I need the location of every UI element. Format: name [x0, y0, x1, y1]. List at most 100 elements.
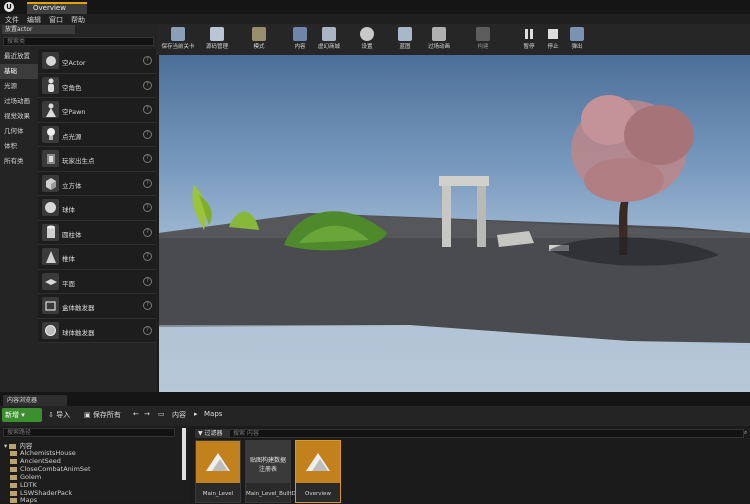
marketplace-button[interactable]: 虚幻商城: [315, 24, 343, 55]
toolbar-label: 暂停: [523, 44, 535, 50]
history-forward-icon[interactable]: →: [144, 410, 150, 418]
asset-label: Overview: [305, 491, 331, 497]
save-current-level-button[interactable]: 保存当前关卡: [161, 24, 195, 55]
breadcrumb-maps[interactable]: Maps: [204, 410, 222, 418]
actor-item-empty-character[interactable]: 空角色 ?: [38, 73, 156, 98]
cinematics-button[interactable]: 过场动画: [425, 24, 453, 55]
pause-icon: [522, 27, 536, 41]
help-icon[interactable]: ?: [143, 301, 152, 310]
asset-main-level-builtdata[interactable]: 贴图构建数据 注册表 Main_Level_BuiltData: [245, 440, 305, 503]
import-label: 导入: [56, 411, 71, 419]
cinematics-icon: [432, 27, 446, 41]
help-icon[interactable]: ?: [143, 129, 152, 139]
help-icon[interactable]: ?: [143, 80, 152, 90]
actor-item-point-light[interactable]: 点光源 ?: [38, 122, 156, 147]
tree-folder[interactable]: CloseCombatAnimSet: [10, 465, 91, 473]
tree-scrollbar[interactable]: [182, 428, 186, 480]
tree-folder[interactable]: LDTK: [10, 481, 37, 489]
add-new-button[interactable]: 新增 ▾: [2, 408, 42, 422]
category-lights[interactable]: 光源: [0, 79, 38, 94]
new-label: 新增: [5, 411, 19, 419]
content-button[interactable]: 内容: [289, 24, 311, 55]
folder-icon: [9, 443, 17, 449]
build-icon: [476, 27, 490, 41]
help-icon[interactable]: ?: [143, 178, 152, 188]
actor-label: 立方体: [62, 181, 82, 190]
help-icon[interactable]: ?: [143, 203, 152, 212]
content-browser-tab[interactable]: 内容浏览器: [3, 395, 67, 406]
actor-item-sphere-trigger[interactable]: 球体触发器 ?: [38, 318, 156, 343]
breadcrumb-content[interactable]: 内容: [172, 410, 186, 420]
actor-item-cone[interactable]: 椎体 ?: [38, 245, 156, 270]
unreal-logo-icon: U: [4, 2, 14, 12]
map-icon: [196, 441, 240, 483]
help-icon[interactable]: ?: [143, 252, 152, 261]
actor-item-player-start[interactable]: 玩家出生点 ?: [38, 147, 156, 172]
actor-item-empty-actor[interactable]: 空Actor ?: [38, 49, 156, 74]
save-all-button[interactable]: ▣ 保存所有: [84, 410, 121, 420]
filters-button[interactable]: ▼ 过滤器: [195, 429, 230, 438]
toolbar-label: 保存当前关卡: [161, 44, 195, 50]
tree-folder[interactable]: Golem: [10, 473, 41, 481]
actor-label: 平面: [62, 279, 75, 288]
category-list: 最近放置 基础 光源 过场动画 视觉效果 几何体 体积 所有类: [0, 49, 38, 169]
source-control-icon: [210, 27, 224, 41]
asset-label: Main_Level: [202, 491, 234, 497]
actor-item-cube[interactable]: 立方体 ?: [38, 171, 156, 196]
modes-button[interactable]: 模式: [247, 24, 271, 55]
toolbar-label: 虚幻商城: [317, 44, 340, 50]
help-icon[interactable]: ?: [143, 154, 152, 163]
actor-item-sphere[interactable]: 球体 ?: [38, 196, 156, 221]
place-actors-tab[interactable]: 放置actor: [2, 25, 75, 34]
sphere-icon: [42, 199, 59, 216]
stop-button[interactable]: 停止: [543, 24, 563, 55]
category-all-classes[interactable]: 所有类: [0, 154, 38, 169]
category-visual-effects[interactable]: 视觉效果: [0, 109, 38, 124]
build-button[interactable]: 构建: [471, 24, 495, 55]
source-control-button[interactable]: 源码管理: [201, 24, 233, 55]
toolbar-label: 设置: [361, 44, 373, 50]
import-button[interactable]: ⇩ 导入: [48, 410, 70, 420]
folder-icon: [10, 466, 17, 472]
blueprints-button[interactable]: 蓝图: [393, 24, 417, 55]
map-icon: [296, 441, 340, 483]
category-volumes[interactable]: 体积: [0, 139, 38, 154]
category-recent[interactable]: 最近放置: [0, 49, 38, 64]
category-geometry[interactable]: 几何体: [0, 124, 38, 139]
eject-button[interactable]: 弹出: [567, 24, 587, 55]
main-toolbar: 保存当前关卡 源码管理 模式 内容 虚幻商城 设置 蓝图 过场动画 构建 暂停 …: [157, 24, 750, 55]
level-tab-overview[interactable]: Overview: [27, 2, 87, 14]
help-icon[interactable]: ?: [143, 56, 152, 65]
help-icon[interactable]: ?: [143, 325, 152, 335]
actor-item-cylinder[interactable]: 圆柱体 ?: [38, 220, 156, 245]
pause-button[interactable]: 暂停: [519, 24, 539, 55]
folder-icon: [10, 450, 17, 456]
category-basic[interactable]: 基础: [0, 64, 38, 79]
title-bar: [0, 0, 750, 14]
actor-label: 空Pawn: [62, 108, 86, 116]
cylinder-icon: [42, 223, 59, 241]
save-icon: [171, 27, 185, 41]
tree-folder[interactable]: AlchemistsHouse: [10, 449, 76, 457]
tree-label: LDTK: [20, 481, 37, 489]
cube-icon: [42, 174, 59, 192]
folder-icon: [10, 474, 17, 480]
actor-item-plane[interactable]: 平面 ?: [38, 269, 156, 294]
actor-item-box-trigger[interactable]: 盒体触发器 ?: [38, 294, 156, 319]
help-icon[interactable]: ?: [143, 227, 152, 237]
level-viewport[interactable]: [159, 55, 750, 392]
settings-button[interactable]: 设置: [355, 24, 379, 55]
help-icon[interactable]: ?: [143, 105, 152, 114]
search-folders-input[interactable]: 搜索路径: [3, 428, 175, 437]
actor-label: 球体: [62, 206, 75, 214]
toolbar-label: 构建: [477, 44, 489, 50]
tree-folder[interactable]: AncientSeed: [10, 457, 61, 465]
search-classes-input[interactable]: 搜索类: [3, 37, 154, 46]
asset-main-level[interactable]: Main_Level: [195, 440, 241, 503]
history-back-icon[interactable]: ←: [133, 410, 139, 418]
actor-item-empty-pawn[interactable]: 空Pawn ?: [38, 98, 156, 123]
help-icon[interactable]: ?: [143, 276, 152, 286]
category-cinematic[interactable]: 过场动画: [0, 94, 38, 109]
asset-overview[interactable]: Overview: [295, 440, 341, 503]
search-assets-input[interactable]: 搜索 内容: [229, 429, 744, 438]
